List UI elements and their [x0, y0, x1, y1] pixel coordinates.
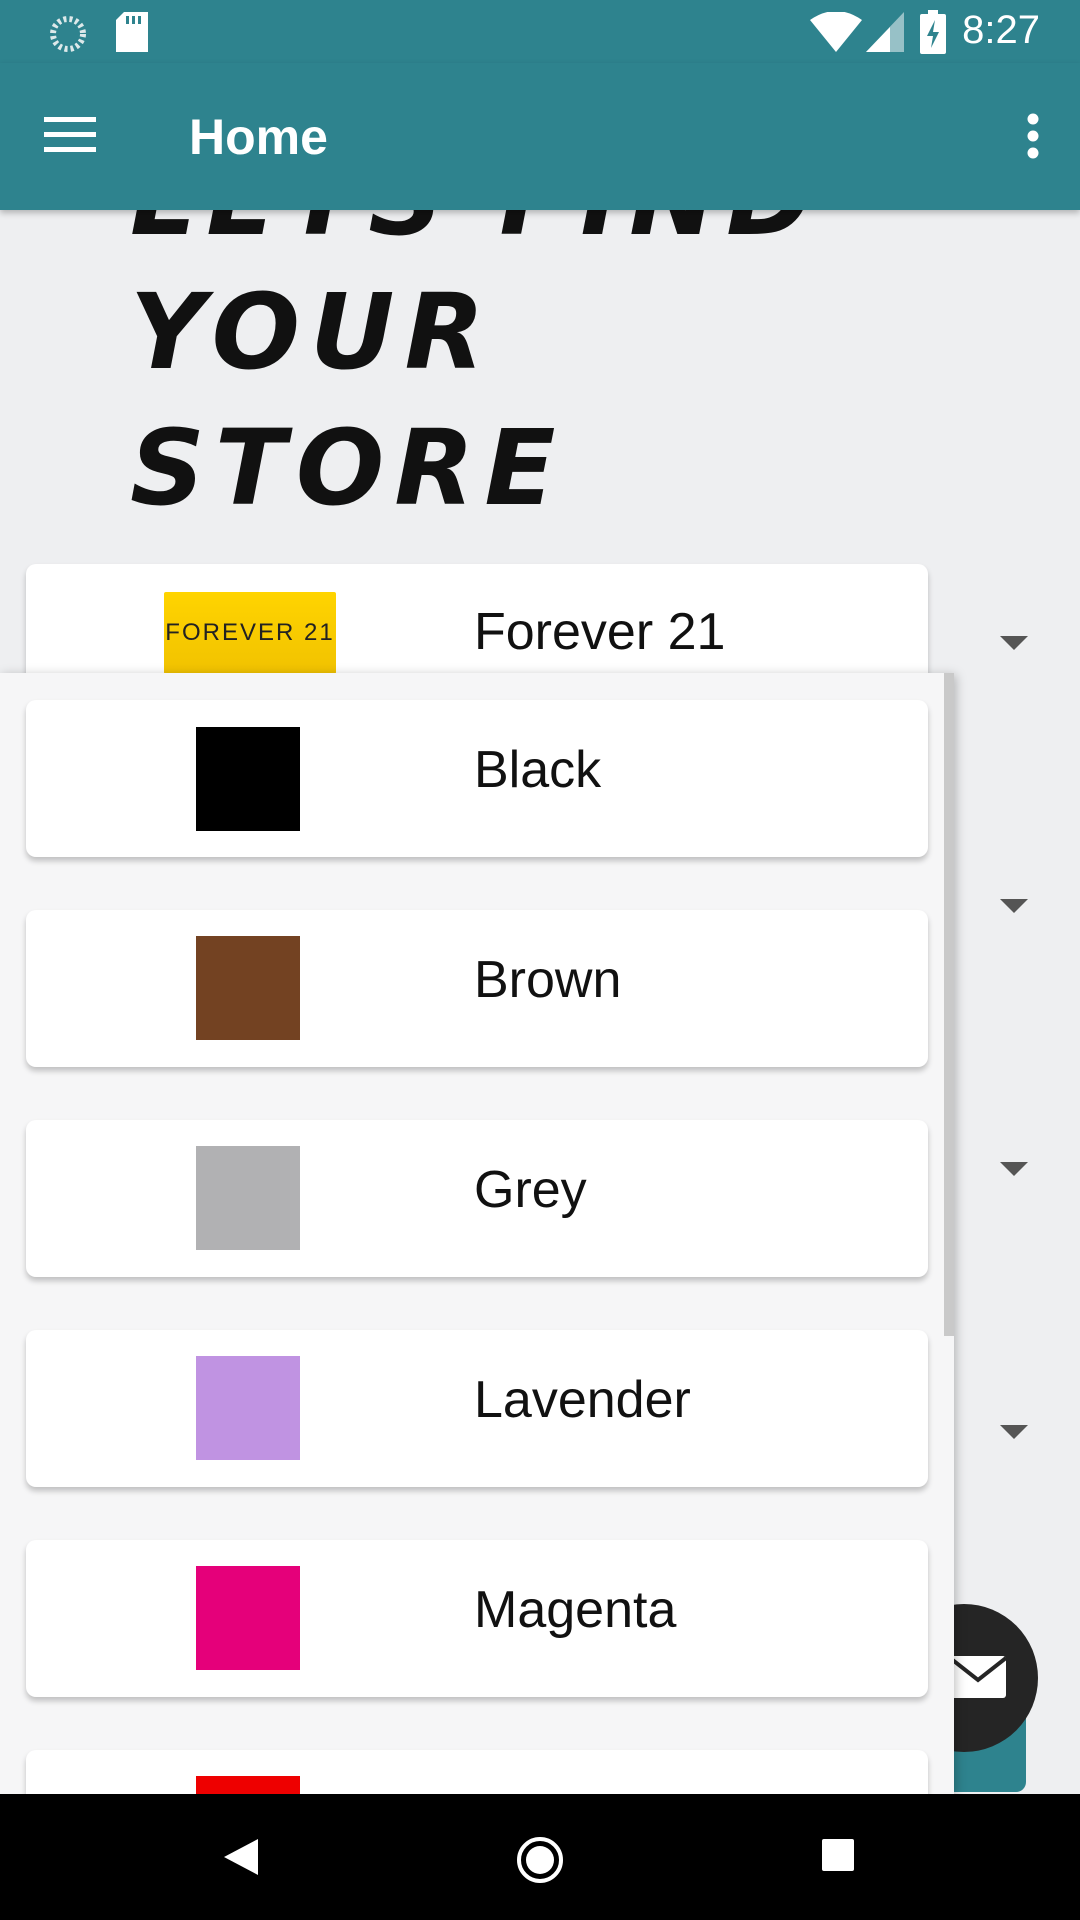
dropdown-arrow-icon[interactable] — [1000, 1425, 1028, 1439]
battery-charging-icon — [920, 10, 946, 54]
more-vert-icon[interactable] — [1026, 113, 1040, 159]
signal-icon — [866, 12, 904, 52]
color-option-label: Black — [474, 741, 602, 799]
dropdown-scrollbar[interactable] — [944, 673, 954, 1336]
page-title: Home — [189, 109, 328, 165]
store-spinner-label: Forever 21 — [474, 603, 726, 661]
color-option-grey[interactable]: Grey — [26, 1120, 928, 1277]
color-swatch — [196, 1566, 300, 1670]
dropdown-arrow-icon[interactable] — [1000, 899, 1028, 913]
store-logo: FOREVER 21 — [164, 592, 336, 674]
mail-icon — [950, 1656, 1006, 1698]
hero-line-2: Your Store — [130, 271, 566, 529]
dropdown-arrow-icon[interactable] — [1000, 1162, 1028, 1176]
color-option-label: Lavender — [474, 1371, 691, 1429]
color-swatch — [196, 1776, 300, 1794]
app-bar: Home — [0, 63, 1080, 210]
store-dropdown-arrow-icon[interactable] — [1000, 636, 1028, 650]
color-option-label: Magenta — [474, 1581, 677, 1639]
color-option-lavender[interactable]: Lavender — [26, 1330, 928, 1487]
color-option-label: Brown — [474, 951, 622, 1009]
home-icon[interactable] — [515, 1835, 565, 1885]
color-swatch — [196, 1356, 300, 1460]
sync-icon — [50, 16, 86, 52]
color-swatch — [196, 1146, 300, 1250]
status-time: 8:27 — [962, 8, 1040, 52]
color-option-red[interactable] — [26, 1750, 928, 1794]
hamburger-menu-icon[interactable] — [44, 115, 100, 155]
color-dropdown-menu[interactable]: Black Brown Grey Lavender Magenta — [0, 673, 954, 1794]
wifi-icon — [810, 12, 862, 52]
recents-icon[interactable] — [821, 1838, 855, 1872]
color-swatch — [196, 727, 300, 831]
hero-heading: Lets Find Your Store — [130, 137, 930, 529]
color-option-brown[interactable]: Brown — [26, 910, 928, 1067]
system-nav-bar — [0, 1794, 1080, 1920]
color-swatch — [196, 936, 300, 1040]
color-option-magenta[interactable]: Magenta — [26, 1540, 928, 1697]
status-bar: 8:27 — [0, 0, 1080, 63]
color-option-label: Grey — [474, 1161, 587, 1219]
color-option-black[interactable]: Black — [26, 700, 928, 857]
back-icon[interactable] — [222, 1837, 260, 1877]
sd-card-icon — [116, 12, 148, 52]
